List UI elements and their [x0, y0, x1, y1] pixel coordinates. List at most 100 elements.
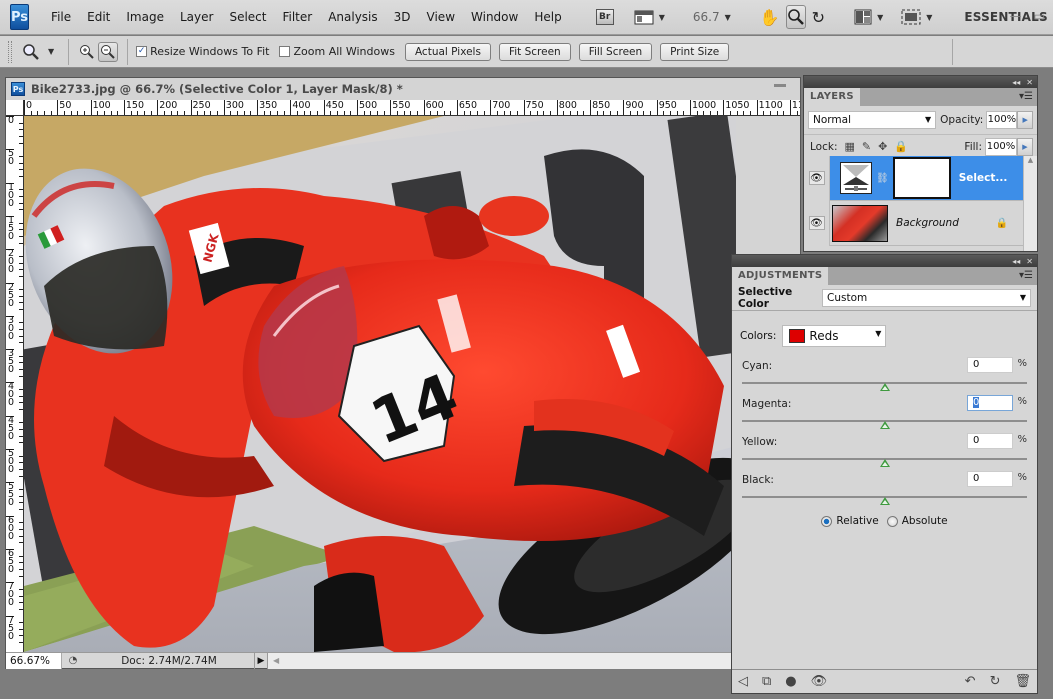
lock-transparent-pixels-icon[interactable]: ▦	[844, 140, 854, 153]
tool-preset-picker[interactable]: ▼	[22, 43, 54, 61]
opacity-field[interactable]: 100%	[986, 111, 1018, 129]
layer-name[interactable]: Select...	[959, 172, 1008, 184]
yellow-slider-thumb[interactable]	[879, 459, 890, 467]
lock-all-icon[interactable]: 🔒	[894, 140, 908, 153]
ruler-minor-tick	[19, 235, 23, 237]
menu-image[interactable]: Image	[118, 10, 172, 24]
relative-radio[interactable]: Relative	[821, 515, 879, 527]
fill-slider-button[interactable]: ▶	[1017, 137, 1033, 156]
layer-name[interactable]: Background	[896, 217, 959, 229]
menu-analysis[interactable]: Analysis	[320, 10, 385, 24]
tab-layers[interactable]: LAYERS	[804, 88, 860, 106]
menu-3d[interactable]: 3D	[386, 10, 419, 24]
divider	[68, 38, 70, 65]
menu-view[interactable]: View	[419, 10, 463, 24]
opacity-slider-button[interactable]: ▶	[1017, 111, 1034, 129]
zoom-in-button[interactable]	[78, 40, 96, 64]
resize-windows-checkbox[interactable]: ✓ Resize Windows To Fit	[136, 45, 269, 58]
menu-select[interactable]: Select	[221, 10, 274, 24]
close-icon[interactable]: ✕	[1026, 78, 1033, 87]
horizontal-scrollbar[interactable]: ◀	[268, 652, 800, 669]
image-canvas[interactable]: 14 NGK	[24, 116, 736, 652]
status-info-icon[interactable]: ◔	[62, 655, 84, 666]
ruler-origin[interactable]	[6, 100, 24, 116]
magenta-input[interactable]: 0	[967, 395, 1013, 411]
rotate-view-button[interactable]: ↻	[812, 5, 825, 29]
ruler-minor-tick	[230, 111, 232, 115]
clip-to-layer-icon[interactable]: ⧉	[762, 674, 771, 689]
screen-mode-button[interactable]: ▼	[901, 9, 932, 25]
zoom-level-dropdown[interactable]: 66.7 ▼	[677, 10, 731, 24]
visibility-eye-icon[interactable]: 👁	[811, 674, 828, 689]
cyan-slider-thumb[interactable]	[879, 383, 890, 391]
collapse-icon[interactable]: ◂◂	[1012, 78, 1020, 87]
absolute-radio[interactable]: Absolute	[886, 515, 948, 527]
menu-help[interactable]: Help	[526, 10, 569, 24]
collapse-icon[interactable]: ◂◂	[1012, 257, 1020, 266]
menu-edit[interactable]: Edit	[79, 10, 118, 24]
actual-pixels-button[interactable]: Actual Pixels	[404, 42, 491, 61]
trash-icon[interactable]: 🗑	[1014, 674, 1031, 689]
hand-tool-button[interactable]: ✋	[760, 5, 780, 29]
zoom-tool-button[interactable]	[785, 5, 806, 29]
checkbox-unchecked[interactable]	[279, 46, 291, 57]
link-icon[interactable]: ⛓	[876, 173, 889, 184]
minimize-button[interactable]: —	[1010, 9, 1022, 23]
ruler-minor-tick	[530, 111, 532, 115]
yellow-input[interactable]: 0	[967, 433, 1013, 449]
black-slider-thumb[interactable]	[879, 497, 890, 505]
menu-window[interactable]: Window	[463, 10, 526, 24]
lock-position-icon[interactable]: ✥	[878, 140, 887, 153]
menu-layer[interactable]: Layer	[172, 10, 221, 24]
lock-image-pixels-icon[interactable]: ✎	[862, 140, 871, 153]
fit-screen-button[interactable]: Fit Screen	[498, 42, 571, 61]
reset-icon[interactable]: ↻	[990, 674, 1001, 689]
zoom-percentage-field[interactable]: 66.67%	[6, 652, 62, 669]
layer-visibility-toggle[interactable]: 👁	[804, 200, 830, 246]
magenta-slider-thumb[interactable]	[879, 421, 890, 429]
zoom-out-button[interactable]	[98, 41, 119, 62]
bridge-icon: Br	[595, 9, 614, 25]
radio-checked[interactable]	[821, 515, 833, 527]
cyan-label: Cyan:	[742, 360, 773, 372]
minimize-document-button[interactable]	[774, 84, 786, 87]
print-size-button[interactable]: Print Size	[660, 42, 730, 61]
maximize-button[interactable]: ▭	[1034, 9, 1045, 23]
cyan-input[interactable]: 0	[967, 357, 1013, 373]
radio-unchecked[interactable]	[886, 515, 898, 527]
layer-mask-icon[interactable]: ●	[785, 674, 796, 689]
fill-field[interactable]: 100%	[985, 137, 1017, 156]
preset-select[interactable]: Custom ▼	[822, 288, 1031, 307]
layers-scrollbar[interactable]: ▲	[1023, 156, 1037, 251]
colors-select[interactable]: Reds ▼	[782, 325, 887, 347]
black-input[interactable]: 0	[967, 471, 1013, 487]
layer-row-selective-color[interactable]: 👁 ⛓ Select...	[804, 155, 1024, 201]
options-bar-grip[interactable]	[8, 40, 12, 63]
fill-screen-button[interactable]: Fill Screen	[578, 42, 653, 61]
layer-visibility-toggle[interactable]: 👁	[804, 155, 830, 201]
layer-mask-thumbnail[interactable]	[892, 157, 951, 199]
view-previous-state-icon[interactable]: ↶	[965, 674, 976, 689]
layer-row-background[interactable]: 👁 Background 🔒	[804, 200, 1024, 246]
panel-menu-icon[interactable]: ▾☰	[1019, 270, 1033, 281]
document-title-bar[interactable]: Ps Bike2733.jpg @ 66.7% (Selective Color…	[6, 78, 800, 100]
zoom-all-windows-checkbox[interactable]: Zoom All Windows	[279, 45, 395, 58]
tab-adjustments[interactable]: ADJUSTMENTS	[732, 267, 829, 285]
vertical-ruler[interactable]: 0 50 100 150 200 250 300 350 400 450 500 550 600 650 7…	[6, 116, 24, 652]
ruler-minor-tick	[610, 111, 612, 115]
background-layer-thumbnail[interactable]	[832, 204, 888, 242]
close-icon[interactable]: ✕	[1026, 257, 1033, 266]
adjustment-layer-thumbnail[interactable]	[840, 162, 872, 194]
ruler-minor-tick	[19, 175, 23, 177]
checkbox-checked[interactable]: ✓	[136, 46, 148, 57]
menu-filter[interactable]: Filter	[274, 10, 320, 24]
blend-mode-select[interactable]: Normal ▼	[808, 111, 937, 129]
status-menu-arrow[interactable]: ▶	[254, 652, 268, 669]
back-arrow-icon[interactable]: ◁	[738, 674, 748, 689]
launch-bridge-button[interactable]: Br	[595, 9, 614, 25]
menu-file[interactable]: File	[43, 10, 79, 24]
view-extras-button[interactable]: ▼	[634, 9, 665, 25]
arrange-documents-button[interactable]: ▼	[854, 9, 883, 25]
panel-menu-icon[interactable]: ▾☰	[1019, 91, 1033, 102]
horizontal-ruler[interactable]: 0 50 100 150 200 250 300 350 400 450 500 550 600 650 7…	[24, 100, 800, 116]
